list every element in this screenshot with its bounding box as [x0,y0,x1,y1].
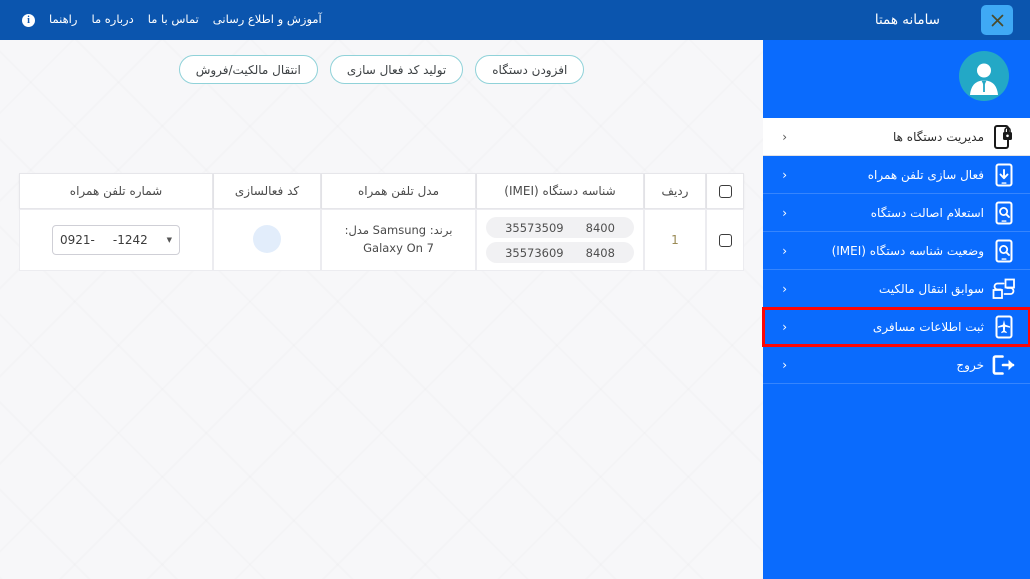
sidebar-item-label: وضعیت شناسه دستگاه (IMEI) [831,243,984,258]
chevron-left-icon: ‹ [782,357,787,372]
chevron-left-icon: ‹ [782,167,787,182]
phone-suffix: -1242 [112,233,148,247]
cell-select [706,209,744,271]
sidebar-item-device-authenticity[interactable]: استعلام اصالت دستگاه ‹ [763,194,1030,232]
row-checkbox[interactable] [718,234,732,247]
chevron-left-icon: ‹ [782,319,787,334]
model-brand-line: برند: Samsung مدل: [344,223,453,238]
phone-lock-icon [988,122,1020,152]
header-phone-number: شماره تلفن همراه [19,173,213,209]
add-device-button[interactable]: افزودن دستگاه [475,55,585,84]
cell-phone-number: 0921- -1242 ▼ [19,209,213,271]
devices-table-wrapper: ردیف شناسه دستگاه (IMEI) مدل تلفن همراه … [19,173,744,271]
sidebar-item-label: مدیریت دستگاه ها [892,129,984,144]
cell-model: برند: Samsung مدل: Galaxy On 7 [321,209,476,271]
sidebar-item-ownership-history[interactable]: سوابق انتقال مالکیت ‹ [763,270,1030,308]
model-text: برند: Samsung مدل: Galaxy On 7 [322,222,475,258]
phone-search-icon [988,198,1020,228]
logout-icon [988,350,1020,380]
cell-activation-code [213,209,321,271]
chevron-left-icon: ‹ [782,129,787,144]
chevron-left-icon: ‹ [782,205,787,220]
user-avatar-icon [970,63,998,95]
avatar-block [763,40,1030,118]
top-bar: آموزش و اطلاع رسانی تماس با ما درباره ما… [0,0,1030,40]
table-header-row: ردیف شناسه دستگاه (IMEI) مدل تلفن همراه … [19,173,744,209]
transfer-ownership-button[interactable]: انتقال مالکیت/فروش [178,55,318,84]
topnav-item-education[interactable]: آموزش و اطلاع رسانی [213,14,322,26]
activation-code-loading-indicator [253,224,281,253]
phone-search-icon [988,236,1020,266]
imei-1-right: 8400 [585,220,615,235]
imei-2-right: 8408 [585,245,615,260]
topnav-item-about[interactable]: درباره ما [91,14,133,26]
sidebar: مدیریت دستگاه ها ‹ فعال سازی تلفن همراه … [762,40,1030,579]
header-select-all [706,173,744,209]
table-body: 1 35573509 8400 35573609 8408 برند: Sams… [19,209,744,271]
imei-pill: 35573609 8408 [486,242,634,263]
header-activation-code: کد فعالسازی [213,173,321,209]
sidebar-item-label: فعال سازی تلفن همراه [867,167,984,182]
header-row-number: ردیف [644,173,706,209]
transfer-icon [988,274,1020,304]
imei-1-left: 35573509 [505,220,564,235]
close-button[interactable] [981,5,1013,35]
generate-activation-code-button[interactable]: تولید کد فعال سازی [329,55,464,84]
phone-airplane-icon [988,312,1020,342]
cell-row-number: 1 [644,209,706,271]
phone-number-select[interactable]: 0921- -1242 ▼ [52,225,180,255]
close-icon [991,14,1003,26]
sidebar-item-imei-status[interactable]: وضعیت شناسه دستگاه (IMEI) ‹ [763,232,1030,270]
table-header: ردیف شناسه دستگاه (IMEI) مدل تلفن همراه … [19,173,744,209]
sidebar-item-activate-phone[interactable]: فعال سازی تلفن همراه ‹ [763,156,1030,194]
imei-2-left: 35573609 [505,245,564,260]
action-buttons-bar: افزودن دستگاه تولید کد فعال سازی انتقال … [0,55,763,84]
devices-table: ردیف شناسه دستگاه (IMEI) مدل تلفن همراه … [19,173,744,271]
model-name-line: Galaxy On 7 [363,241,434,255]
chevron-down-icon: ▼ [166,235,172,244]
sidebar-item-device-management[interactable]: مدیریت دستگاه ها ‹ [763,118,1030,156]
header-imei: شناسه دستگاه (IMEI) [476,173,644,209]
phone-prefix: 0921- [60,233,95,247]
sidebar-item-label: ثبت اطلاعات مسافری [872,319,984,334]
table-row[interactable]: 1 35573509 8400 35573609 8408 برند: Sams… [19,209,744,271]
main-content: افزودن دستگاه تولید کد فعال سازی انتقال … [0,40,763,579]
header-model: مدل تلفن همراه [321,173,476,209]
row-number-value: 1 [671,233,679,247]
phone-select-value: 0921- -1242 [60,233,148,247]
info-icon[interactable]: i [22,13,35,27]
chevron-left-icon: ‹ [782,281,787,296]
imei-list: 35573509 8400 35573609 8408 [477,217,643,263]
sidebar-item-traveler-registration[interactable]: ثبت اطلاعات مسافری ‹ [762,307,1030,347]
select-all-checkbox[interactable] [718,185,732,198]
chevron-left-icon: ‹ [782,243,787,258]
topnav-item-help[interactable]: راهنما [49,14,77,26]
cell-imei: 35573509 8400 35573609 8408 [476,209,644,271]
sidebar-item-label: سوابق انتقال مالکیت [878,281,984,296]
sidebar-item-logout[interactable]: خروج ‹ [763,346,1030,384]
phone-download-icon [988,160,1020,190]
sidebar-item-label: خروج [956,357,984,372]
avatar[interactable] [959,51,1009,101]
top-navigation: آموزش و اطلاع رسانی تماس با ما درباره ما… [8,0,322,40]
topnav-item-contact[interactable]: تماس با ما [148,14,199,26]
imei-pill: 35573509 8400 [486,217,634,238]
page-title: سامانه همتا [874,12,940,28]
sidebar-item-label: استعلام اصالت دستگاه [870,205,984,220]
